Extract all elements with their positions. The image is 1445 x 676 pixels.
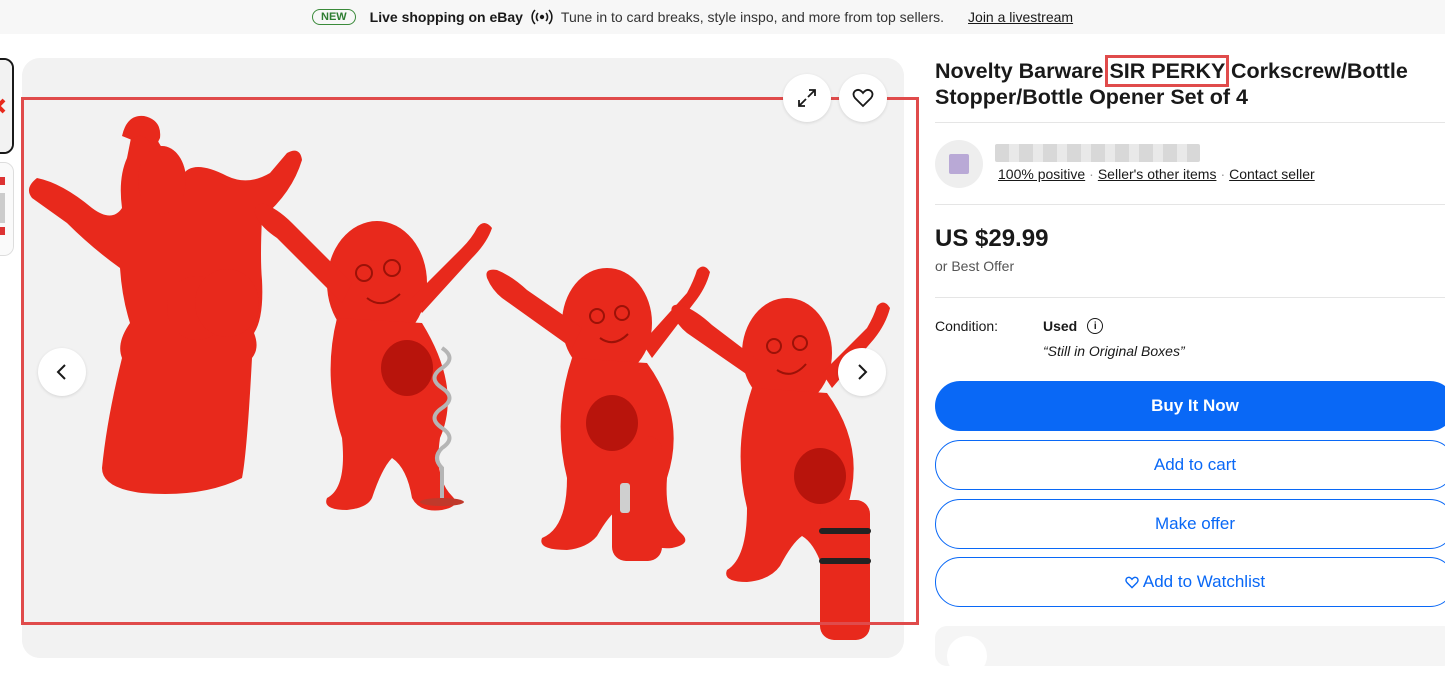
title-prefix: Novelty Barware (935, 59, 1110, 83)
broadcast-icon (531, 9, 553, 25)
thumbnail-image (0, 163, 13, 255)
banner-title: Live shopping on eBay (369, 9, 523, 25)
seller-name-blurred[interactable] (995, 144, 1200, 162)
banner-description: Tune in to card breaks, style inspo, and… (560, 9, 945, 25)
thumbnail-image (0, 60, 12, 152)
seller-other-items-link[interactable]: Seller's other items (1098, 166, 1217, 182)
buy-it-now-button[interactable]: Buy It Now (935, 381, 1445, 431)
previous-image-button[interactable] (38, 348, 86, 396)
contact-seller-link[interactable]: Contact seller (1229, 166, 1315, 182)
heart-icon (852, 88, 874, 108)
divider (935, 122, 1445, 123)
condition-text: Used (1043, 318, 1078, 334)
condition-label: Condition: (935, 318, 999, 334)
chevron-left-icon (56, 364, 66, 380)
seller-feedback-link[interactable]: 100% positive (998, 166, 1085, 182)
new-badge: NEW (312, 9, 356, 25)
price: US $29.99 (935, 225, 1049, 252)
divider (935, 204, 1445, 205)
next-image-button[interactable] (838, 348, 886, 396)
condition-note: “Still in Original Boxes” (1043, 343, 1185, 359)
listing-title: Novelty Barware SIR PERKY Corkscrew/Bott… (935, 55, 1445, 110)
sir-perky-figures-image (22, 58, 904, 658)
divider (935, 297, 1445, 298)
fullscreen-button[interactable] (783, 74, 831, 122)
add-to-watchlist-button[interactable]: Add to Watchlist (935, 557, 1445, 607)
main-product-image[interactable] (22, 58, 904, 658)
add-to-cart-button[interactable]: Add to cart (935, 440, 1445, 490)
seller-links: 100% positive · Seller's other items · Conta… (998, 166, 1315, 182)
join-livestream-link[interactable]: Join a livestream (968, 9, 1073, 25)
shipping-info-card (935, 626, 1445, 676)
condition-value: Used i (1043, 318, 1104, 334)
best-offer-text: or Best Offer (935, 258, 1015, 274)
watch-heart-button[interactable] (839, 74, 887, 122)
watchlist-label: Add to Watchlist (1142, 572, 1266, 591)
info-icon[interactable]: i (1087, 318, 1104, 334)
make-offer-button[interactable]: Make offer (935, 499, 1445, 549)
chevron-right-icon (858, 364, 868, 380)
heart-icon (1125, 576, 1139, 589)
thumbnail-2[interactable] (0, 162, 14, 256)
live-shopping-banner: NEW Live shopping on eBay Tune in to car… (0, 0, 1445, 34)
seller-avatar[interactable] (935, 140, 983, 188)
thumbnail-1[interactable] (0, 58, 14, 154)
expand-icon (798, 89, 816, 107)
title-highlight: SIR PERKY (1105, 55, 1229, 87)
